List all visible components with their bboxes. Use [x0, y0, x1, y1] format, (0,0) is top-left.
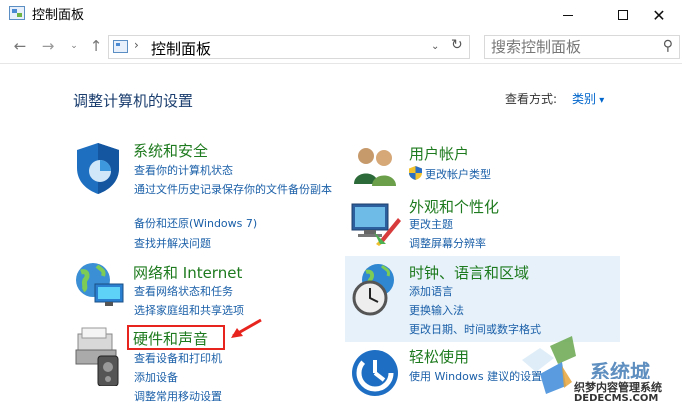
control-panel-icon: [113, 40, 128, 53]
ease-of-access-icon: [352, 350, 398, 396]
category-title-user-accounts[interactable]: 用户帐户: [409, 143, 469, 164]
category-title-security[interactable]: 系统和安全: [133, 140, 208, 161]
link-backup-restore[interactable]: 备份和还原(Windows 7): [134, 215, 257, 231]
link-view-computer-status[interactable]: 查看你的计算机状态: [134, 162, 233, 178]
category-title-appearance[interactable]: 外观和个性化: [409, 196, 499, 217]
category-title-ease-of-access[interactable]: 轻松使用: [409, 346, 469, 367]
link-troubleshoot[interactable]: 查找并解决问题: [134, 235, 211, 251]
back-button[interactable]: ←: [10, 36, 30, 56]
clock-globe-icon: [352, 264, 394, 316]
link-change-date-time-format[interactable]: 更改日期、时间或数字格式: [409, 321, 541, 337]
uac-shield-icon: [409, 166, 422, 180]
minimize-icon: [563, 14, 573, 16]
page-title: 调整计算机的设置: [73, 92, 194, 110]
up-button[interactable]: ↑: [86, 36, 106, 56]
chevron-right-icon[interactable]: ›: [134, 38, 139, 52]
link-change-input-method[interactable]: 更换输入法: [409, 302, 464, 318]
watermark-line2: DEDECMS.COM: [572, 393, 661, 404]
appearance-icon: [351, 203, 401, 246]
title-bar: 控制面板 ✕: [0, 0, 682, 30]
breadcrumb[interactable]: 控制面板: [151, 38, 211, 59]
annotation-highlight-box: [127, 325, 225, 350]
link-change-theme[interactable]: 更改主题: [409, 216, 453, 232]
view-by-dropdown[interactable]: 类别: [572, 90, 604, 107]
address-bar[interactable]: › 控制面板 ⌄ ↻: [108, 35, 470, 59]
annotation-arrow-icon: [231, 318, 262, 338]
window-title: 控制面板: [32, 8, 85, 23]
category-title-network[interactable]: 网络和 Internet: [133, 262, 242, 283]
control-panel-icon: [9, 6, 25, 20]
link-devices-printers[interactable]: 查看设备和打印机: [134, 350, 222, 366]
link-screen-resolution[interactable]: 调整屏幕分辨率: [409, 235, 486, 251]
link-network-status[interactable]: 查看网络状态和任务: [134, 283, 233, 299]
user-accounts-icon: [354, 148, 396, 186]
search-box[interactable]: ⚲: [484, 35, 680, 59]
forward-button[interactable]: →: [38, 36, 58, 56]
link-file-history[interactable]: 通过文件历史记录保存你的文件备份副本: [134, 181, 332, 197]
network-globe-icon: [76, 263, 124, 306]
shield-icon: [77, 143, 119, 194]
close-button[interactable]: ✕: [636, 0, 682, 30]
link-mobility-settings[interactable]: 调整常用移动设置: [134, 388, 222, 404]
link-add-language[interactable]: 添加语言: [409, 283, 453, 299]
minimize-button[interactable]: [545, 0, 591, 30]
printer-speaker-icon: [75, 327, 119, 386]
recent-locations-button[interactable]: ⌄: [64, 36, 84, 56]
search-icon[interactable]: ⚲: [663, 38, 673, 54]
link-homegroup[interactable]: 选择家庭组和共享选项: [134, 302, 244, 318]
maximize-icon: [618, 10, 628, 20]
navigation-bar: ← → ⌄ ↑ › 控制面板 ⌄ ↻ ⚲: [0, 30, 682, 64]
link-add-device[interactable]: 添加设备: [134, 369, 178, 385]
link-change-account-type[interactable]: 更改帐户类型: [425, 166, 491, 182]
category-title-clock[interactable]: 时钟、语言和区域: [409, 262, 529, 283]
search-input[interactable]: [491, 38, 651, 56]
view-by-label: 查看方式:: [505, 92, 558, 106]
refresh-button[interactable]: ↻: [451, 37, 463, 53]
chevron-down-icon[interactable]: ⌄: [431, 41, 439, 52]
